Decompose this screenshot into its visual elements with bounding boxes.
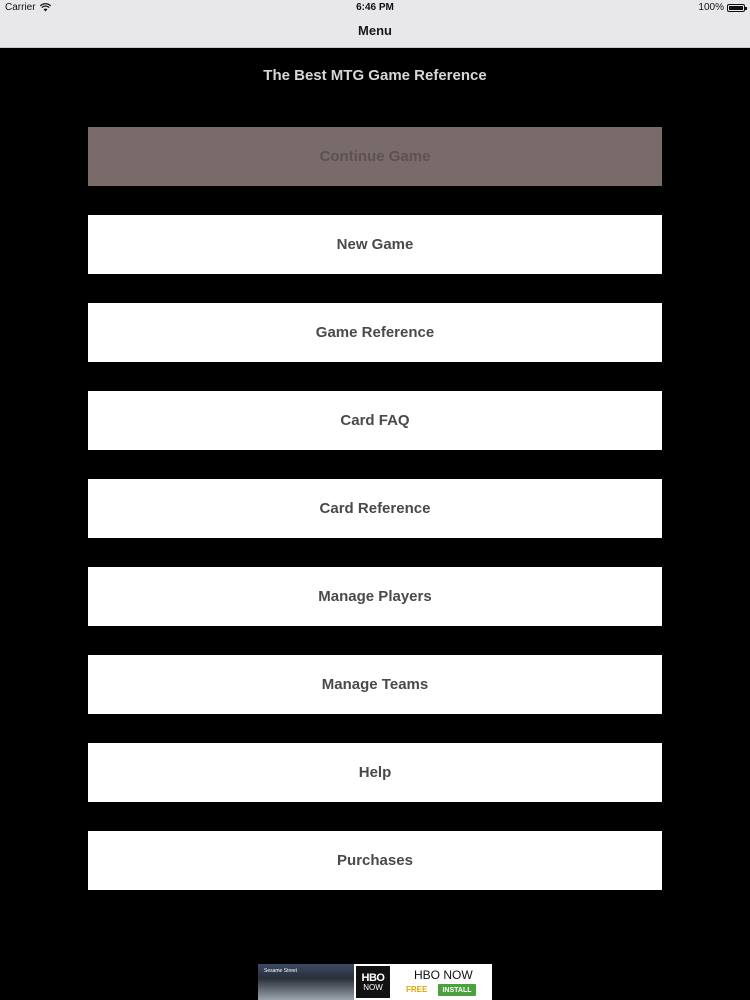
game-reference-button[interactable]: Game Reference (88, 303, 662, 362)
page-heading: The Best MTG Game Reference (263, 67, 487, 84)
status-right: 100% (698, 2, 747, 13)
continue-game-button[interactable]: Continue Game (88, 127, 662, 186)
ad-logo-bottom: NOW (363, 982, 383, 992)
hbo-now-logo: HBO NOW (356, 966, 390, 998)
manage-players-button[interactable]: Manage Players (88, 567, 662, 626)
ad-thumbnail: Sesame Street (258, 964, 354, 1000)
navigation-bar: Carrier 6:46 PM 100% Menu (0, 0, 750, 48)
card-faq-button[interactable]: Card FAQ (88, 391, 662, 450)
ad-title: HBO NOW (414, 968, 473, 982)
battery-icon (727, 3, 747, 12)
nav-title: Menu (358, 23, 392, 38)
ad-banner[interactable]: Sesame Street HBO NOW HBO NOW FREE INSTA… (258, 964, 492, 1000)
card-reference-button[interactable]: Card Reference (88, 479, 662, 538)
status-time: 6:46 PM (356, 2, 394, 13)
ad-free-label: FREE (406, 985, 428, 994)
ad-install-button[interactable]: INSTALL (438, 984, 476, 996)
manage-teams-button[interactable]: Manage Teams (88, 655, 662, 714)
battery-percent: 100% (698, 2, 724, 13)
status-bar: Carrier 6:46 PM 100% (0, 0, 750, 14)
ad-logo-top: HBO (361, 971, 385, 984)
ad-thumbnail-label: Sesame Street (264, 968, 298, 974)
new-game-button[interactable]: New Game (88, 215, 662, 274)
main-menu: Continue Game New Game Game Reference Ca… (88, 127, 662, 919)
purchases-button[interactable]: Purchases (88, 831, 662, 890)
help-button[interactable]: Help (88, 743, 662, 802)
